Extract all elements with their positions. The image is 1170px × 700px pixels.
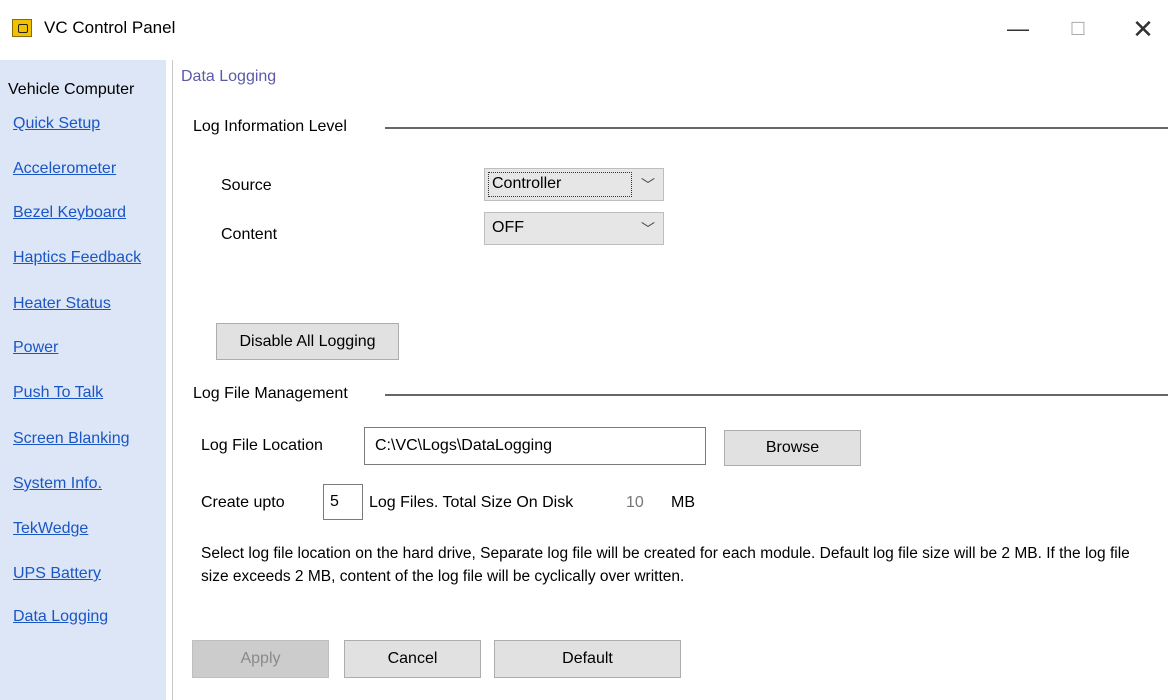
content-value: OFF: [492, 219, 524, 236]
browse-button[interactable]: Browse: [724, 430, 861, 466]
apply-button[interactable]: Apply: [192, 640, 329, 678]
sidebar-item-ups-battery[interactable]: UPS Battery: [13, 565, 101, 583]
page-title: Data Logging: [181, 68, 277, 85]
log-file-note: Select log file location on the hard dri…: [201, 545, 1130, 585]
sidebar-item-data-logging[interactable]: Data Logging: [13, 608, 108, 626]
sidebar-item-power[interactable]: Power: [13, 339, 58, 357]
log-file-count-input[interactable]: [323, 484, 363, 520]
sidebar-item-bezel-keyboard[interactable]: Bezel Keyboard: [13, 204, 126, 222]
content-label: Content: [221, 226, 278, 243]
log-file-location-input[interactable]: [364, 427, 706, 465]
content-select[interactable]: OFF ﹀: [484, 212, 664, 245]
title-bar: VC Control Panel — ☐ ✕: [0, 0, 1170, 60]
window-title: VC Control Panel: [44, 18, 176, 37]
minimize-icon[interactable]: —: [1003, 14, 1033, 44]
create-upto-label: Create upto: [201, 494, 285, 511]
source-value: Controller: [492, 175, 562, 192]
cancel-button[interactable]: Cancel: [344, 640, 481, 678]
chevron-down-icon: ﹀: [641, 177, 655, 193]
sidebar-divider: [172, 60, 173, 700]
sidebar-item-push-to-talk[interactable]: Push To Talk: [13, 384, 103, 402]
sidebar-item-system-info[interactable]: System Info.: [13, 475, 102, 493]
source-label: Source: [221, 177, 272, 194]
source-select[interactable]: Controller ﹀: [484, 168, 664, 201]
disable-all-logging-button[interactable]: Disable All Logging: [216, 323, 399, 360]
sidebar-item-accelerometer[interactable]: Accelerometer: [13, 160, 116, 178]
sidebar-item-tekwedge[interactable]: TekWedge: [13, 520, 88, 538]
group-label-log-info: Log Information Level: [193, 118, 353, 136]
app-icon: [12, 19, 32, 37]
close-icon[interactable]: ✕: [1128, 14, 1158, 44]
total-size-value: 10: [626, 494, 644, 511]
log-file-location-label: Log File Location: [201, 437, 323, 454]
group-label-log-file: Log File Management: [193, 385, 354, 403]
chevron-down-icon: ﹀: [641, 221, 655, 237]
sidebar-item-heater-status[interactable]: Heater Status: [13, 295, 111, 313]
sidebar-item-haptics-feedback[interactable]: Haptics Feedback: [13, 249, 141, 267]
log-files-label: Log Files. Total Size On Disk: [369, 494, 574, 511]
group-line-log-file: [385, 394, 1168, 396]
sidebar: Vehicle Computer Quick Setup Acceleromet…: [0, 60, 166, 700]
default-button[interactable]: Default: [494, 640, 681, 678]
sidebar-item-quick-setup[interactable]: Quick Setup: [13, 115, 100, 133]
size-unit-label: MB: [671, 494, 695, 511]
maximize-icon[interactable]: ☐: [1063, 14, 1093, 44]
sidebar-title: Vehicle Computer: [8, 81, 135, 98]
group-line-log-info: [385, 127, 1168, 129]
sidebar-item-screen-blanking[interactable]: Screen Blanking: [13, 430, 130, 448]
